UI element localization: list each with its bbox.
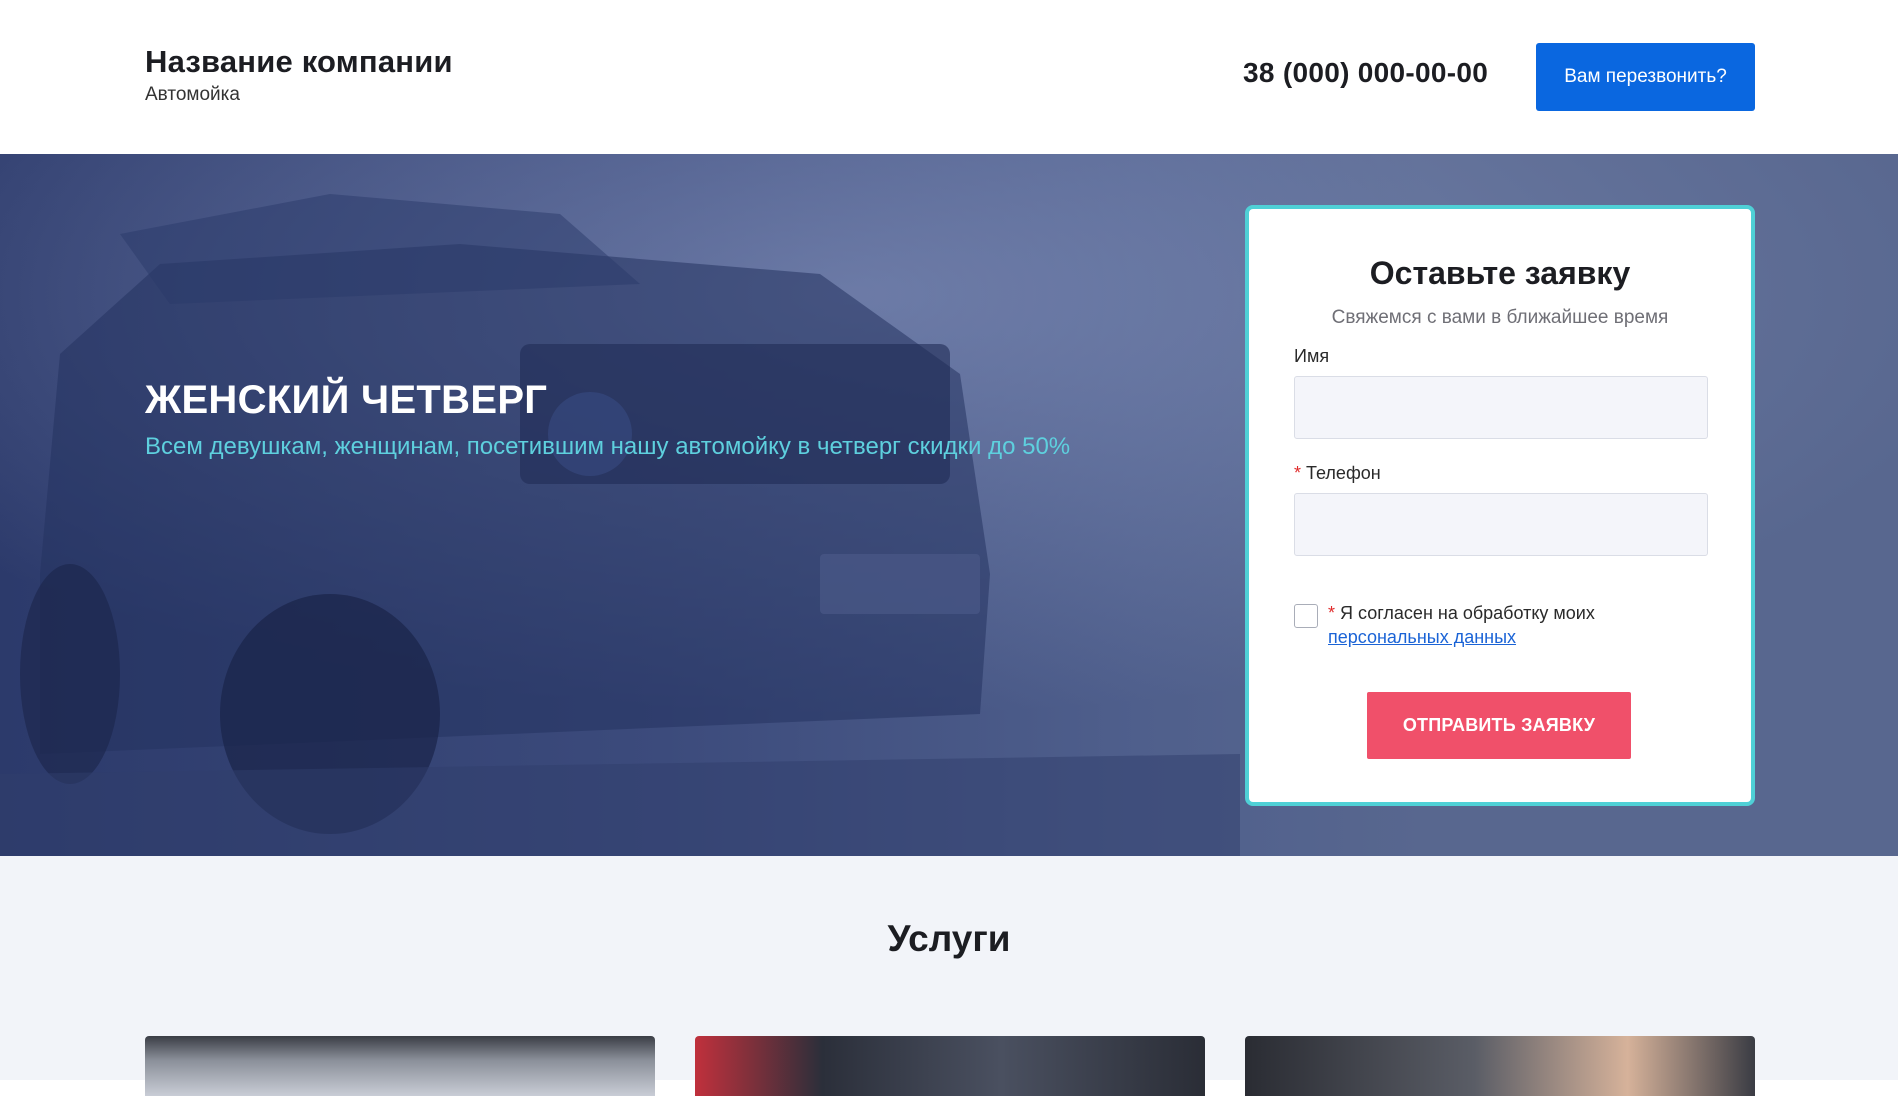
brand: Название компании Автомойка — [145, 44, 453, 106]
service-card-image[interactable] — [145, 1036, 655, 1096]
phone-input[interactable] — [1294, 493, 1708, 556]
service-card-image[interactable] — [1245, 1036, 1755, 1096]
request-form: Оставьте заявку Свяжемся с вами в ближай… — [1245, 205, 1755, 806]
hero-title: ЖЕНСКИЙ ЧЕТВЕРГ — [145, 378, 548, 422]
consent-checkbox[interactable] — [1294, 604, 1318, 628]
phone-label: * Телефон — [1294, 463, 1381, 484]
required-mark: * — [1328, 603, 1336, 623]
name-label: Имя — [1294, 346, 1330, 366]
site-header: Название компании Автомойка 38 (000) 000… — [0, 0, 1898, 154]
submit-request-button[interactable]: Отправить заявку — [1367, 692, 1631, 759]
form-title: Оставьте заявку — [1369, 255, 1631, 291]
name-input[interactable] — [1294, 376, 1708, 439]
company-name: Название компании — [145, 44, 453, 79]
consent-text: * Я согласен на обработку моих персональ… — [1328, 601, 1698, 649]
services-title: Услуги — [887, 918, 1011, 959]
phone-label-text: Телефон — [1306, 463, 1381, 483]
company-subtitle: Автомойка — [145, 84, 240, 105]
callback-button[interactable]: Вам перезвонить? — [1536, 43, 1755, 111]
personal-data-link[interactable]: персональных данных — [1328, 627, 1516, 647]
services-section: Услуги — [0, 856, 1898, 1096]
service-card-image[interactable] — [695, 1036, 1205, 1096]
consent-label: Я согласен на обработку моих — [1340, 603, 1595, 623]
form-subtitle: Свяжемся с вами в ближайшее время — [1331, 307, 1669, 328]
phone-number[interactable]: 38 (000) 000-00-00 — [1243, 57, 1488, 89]
required-mark: * — [1294, 463, 1302, 483]
hero-subtitle: Всем девушкам, женщинам, посетившим нашу… — [145, 433, 1071, 460]
hero-section: ЖЕНСКИЙ ЧЕТВЕРГ Всем девушкам, женщинам,… — [0, 154, 1898, 856]
